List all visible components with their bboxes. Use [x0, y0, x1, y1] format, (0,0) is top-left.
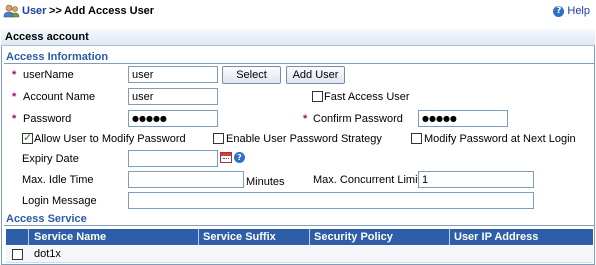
- confirm-password-input[interactable]: ●●●●●: [418, 110, 508, 127]
- max-concurrent-limit-label: Max. Concurrent Limit: [313, 174, 421, 186]
- enable-password-strategy-checkbox[interactable]: [213, 133, 224, 144]
- required-marker: *: [303, 113, 308, 125]
- help-label: Help: [567, 5, 590, 17]
- access-service-title: Access Service: [6, 213, 87, 225]
- modify-next-login-checkbox[interactable]: [411, 133, 422, 144]
- user-icon: [3, 4, 20, 18]
- section-divider: [4, 225, 594, 226]
- column-divider: [28, 229, 29, 245]
- row-select-checkbox[interactable]: [12, 249, 23, 260]
- fast-access-label: Fast Access User: [324, 91, 410, 103]
- modify-next-login-label: Modify Password at Next Login: [424, 133, 576, 145]
- allow-modify-password-label: Allow User to Modify Password: [34, 133, 186, 145]
- service-table-header: Service Name Service Suffix Security Pol…: [6, 229, 593, 245]
- required-marker: *: [12, 69, 17, 81]
- enable-password-strategy-label: Enable User Password Strategy: [226, 133, 382, 145]
- max-concurrent-limit-input[interactable]: 1: [418, 171, 534, 188]
- page-title: Add Access User: [64, 5, 155, 17]
- fast-access-checkbox[interactable]: [312, 91, 323, 102]
- account-name-input[interactable]: user: [128, 88, 218, 105]
- add-user-button[interactable]: Add User: [286, 66, 345, 84]
- allow-modify-password-checkbox[interactable]: [22, 131, 33, 144]
- login-message-label: Login Message: [22, 195, 97, 207]
- expiry-date-label: Expiry Date: [22, 153, 79, 165]
- help-link[interactable]: ? Help: [553, 5, 590, 17]
- panel-title: Access account: [1, 29, 595, 46]
- breadcrumb-separator: >>: [49, 5, 62, 17]
- service-name-cell: dot1x: [34, 248, 61, 260]
- help-icon[interactable]: ?: [234, 152, 245, 163]
- max-idle-time-label: Max. Idle Time: [22, 174, 94, 186]
- section-divider: [4, 63, 594, 64]
- username-label: userName: [23, 69, 74, 81]
- column-service-suffix: Service Suffix: [203, 231, 276, 243]
- calendar-icon[interactable]: [220, 152, 232, 163]
- username-input[interactable]: user: [128, 66, 218, 83]
- select-button[interactable]: Select: [222, 66, 281, 84]
- help-icon: ?: [553, 5, 565, 17]
- column-divider: [309, 229, 310, 245]
- column-service-name: Service Name: [34, 231, 107, 243]
- login-message-input[interactable]: [128, 192, 534, 209]
- required-marker: *: [12, 113, 17, 125]
- column-user-ip-address: User IP Address: [454, 231, 539, 243]
- expiry-date-input[interactable]: [128, 150, 218, 167]
- password-input[interactable]: ●●●●●: [128, 110, 218, 127]
- password-label: Password: [23, 113, 72, 125]
- column-divider: [198, 229, 199, 245]
- breadcrumb-user-link[interactable]: User: [22, 5, 46, 17]
- confirm-password-label: Confirm Password: [313, 113, 403, 125]
- max-idle-time-input[interactable]: [128, 171, 244, 188]
- column-security-policy: Security Policy: [314, 231, 393, 243]
- account-name-label: Account Name: [23, 91, 96, 103]
- required-marker: *: [12, 91, 17, 103]
- column-divider: [449, 229, 450, 245]
- table-row: dot1x: [6, 246, 593, 263]
- access-information-title: Access Information: [6, 51, 109, 63]
- minutes-unit-label: Minutes: [246, 176, 285, 188]
